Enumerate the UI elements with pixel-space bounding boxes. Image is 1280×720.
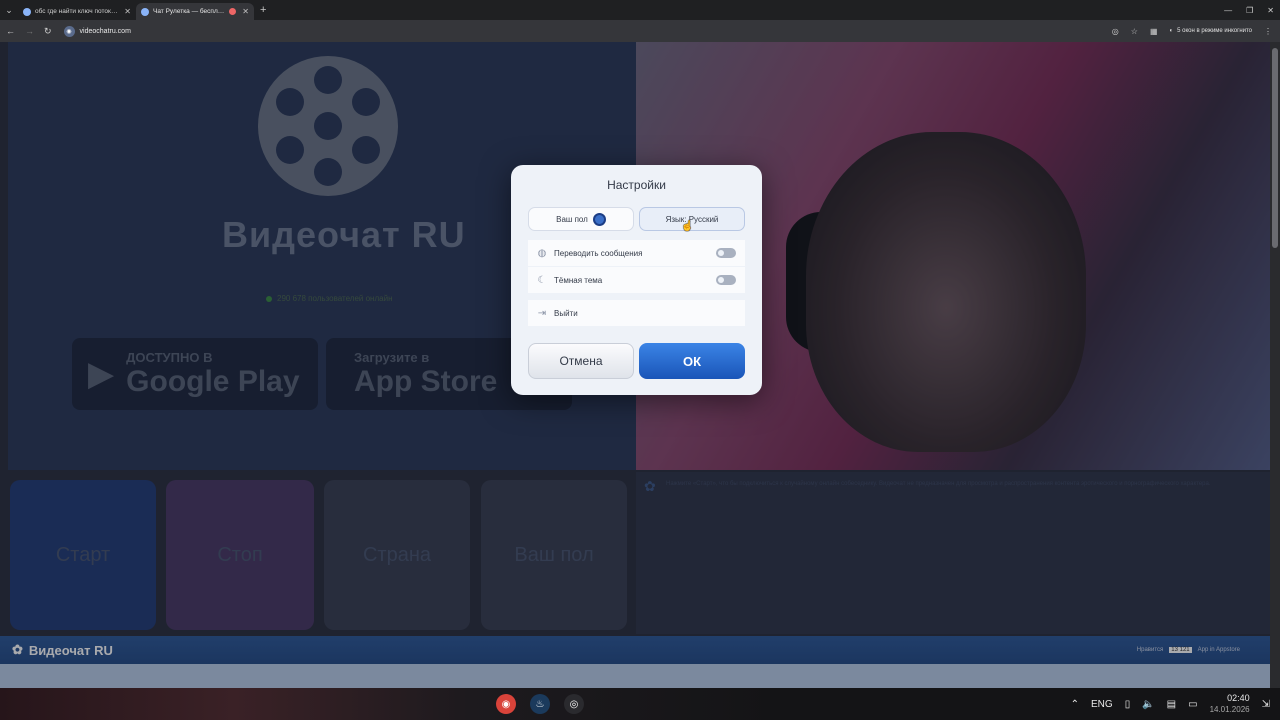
translate-toggle[interactable] bbox=[716, 248, 736, 258]
reload-icon[interactable]: ↻ bbox=[44, 26, 52, 37]
close-tab-icon[interactable]: ✕ bbox=[242, 7, 249, 16]
google-favicon-icon bbox=[23, 7, 31, 16]
back-icon[interactable]: ← bbox=[6, 26, 15, 36]
settings-title: Настройки bbox=[607, 178, 666, 192]
incognito-icon: ◐ bbox=[1169, 28, 1174, 34]
network-icon[interactable]: ▤ bbox=[1167, 699, 1176, 710]
dark-theme-row[interactable]: ☾ Тёмная тема bbox=[528, 267, 745, 293]
taskbar: ◉ ♨ ◎ ⌃ ENG ▯ 🔈 ▤ ▭ 02:40 14.01.2026 ⇲ bbox=[0, 688, 1280, 720]
battery-icon[interactable]: ▯ bbox=[1125, 699, 1131, 710]
tray-expand-icon[interactable]: ⌃ bbox=[1071, 699, 1079, 710]
notifications-icon[interactable]: ⇲ bbox=[1262, 699, 1270, 710]
ok-button[interactable]: ОК bbox=[639, 343, 745, 379]
steam-icon[interactable]: ♨ bbox=[530, 694, 550, 714]
logout-icon: ⇥ bbox=[537, 307, 547, 319]
input-language[interactable]: ENG bbox=[1091, 699, 1113, 710]
address-bar-actions: ◎ ☆ ▦ ◐ 5 окон в режиме инкогнито ⋮ bbox=[1112, 20, 1272, 42]
browser-tab-bar: ⌄ обс где найти ключ потока ю... ✕ Чат Р… bbox=[0, 0, 1280, 20]
incognito-badge[interactable]: ◐ 5 окон в режиме инкогнито bbox=[1170, 28, 1253, 34]
restore-icon[interactable]: ❐ bbox=[1246, 6, 1253, 15]
clock[interactable]: 02:40 14.01.2026 bbox=[1210, 692, 1250, 716]
obs-icon[interactable]: ◎ bbox=[564, 694, 584, 714]
bookmark-star-icon[interactable]: ☆ bbox=[1131, 27, 1138, 36]
tab-title: обс где найти ключ потока ю... bbox=[35, 8, 121, 15]
page-scrollbar[interactable] bbox=[1270, 42, 1280, 688]
close-window-icon[interactable]: ✕ bbox=[1267, 6, 1274, 15]
mouse-cursor-icon: ☝ bbox=[681, 221, 694, 232]
window-controls: — ❐ ✕ bbox=[1224, 0, 1274, 20]
scrollbar-thumb[interactable] bbox=[1272, 48, 1278, 248]
gender-icon bbox=[592, 212, 606, 226]
recording-icon bbox=[229, 8, 237, 15]
tab-search-icon[interactable]: ⌄ bbox=[0, 0, 18, 20]
dark-theme-toggle[interactable] bbox=[716, 275, 736, 285]
address-bar: ← → ↻ ◉ videochatru.com ◎ ☆ ▦ ◐ 5 окон в… bbox=[0, 20, 1280, 42]
extensions-icon[interactable]: ▦ bbox=[1150, 27, 1158, 36]
forward-icon[interactable]: → bbox=[25, 26, 34, 36]
menu-dots-icon[interactable]: ⋮ bbox=[1264, 27, 1272, 36]
settings-dialog: Настройки Ваш пол Язык: Русский ◍ Перево… bbox=[511, 165, 762, 395]
logout-row[interactable]: ⇥ Выйти bbox=[528, 300, 745, 326]
new-tab-button[interactable]: + bbox=[260, 4, 266, 16]
tab-chat-roulette[interactable]: Чат Рулетка — бесплатный... ✕ bbox=[136, 3, 254, 20]
site-info-icon[interactable]: ◉ bbox=[63, 25, 75, 37]
globe-icon: ◍ bbox=[537, 247, 547, 259]
minimize-icon[interactable]: — bbox=[1224, 6, 1232, 15]
chrome-icon[interactable]: ◉ bbox=[496, 694, 516, 714]
url-text: videochatru.com bbox=[79, 27, 131, 35]
translate-messages-row[interactable]: ◍ Переводить сообщения bbox=[528, 240, 745, 266]
tab-search-obs[interactable]: обс где найти ключ потока ю... ✕ bbox=[18, 3, 136, 20]
volume-icon[interactable]: 🔈 bbox=[1142, 699, 1154, 710]
system-tray: ⌃ ENG ▯ 🔈 ▤ ▭ 02:40 14.01.2026 ⇲ bbox=[1071, 688, 1270, 720]
moon-icon: ☾ bbox=[537, 274, 547, 286]
close-tab-icon[interactable]: ✕ bbox=[124, 7, 131, 16]
site-favicon-icon bbox=[141, 7, 149, 16]
cancel-button[interactable]: Отмена bbox=[528, 343, 634, 379]
eye-off-icon[interactable]: ◎ bbox=[1112, 27, 1119, 36]
taskbar-apps: ◉ ♨ ◎ bbox=[496, 694, 584, 714]
gender-button[interactable]: Ваш пол bbox=[528, 207, 634, 231]
wallpaper-strip bbox=[0, 688, 780, 720]
display-icon[interactable]: ▭ bbox=[1188, 699, 1197, 710]
tab-title: Чат Рулетка — бесплатный... bbox=[153, 8, 225, 15]
url-field[interactable]: ◉ videochatru.com bbox=[63, 25, 131, 37]
